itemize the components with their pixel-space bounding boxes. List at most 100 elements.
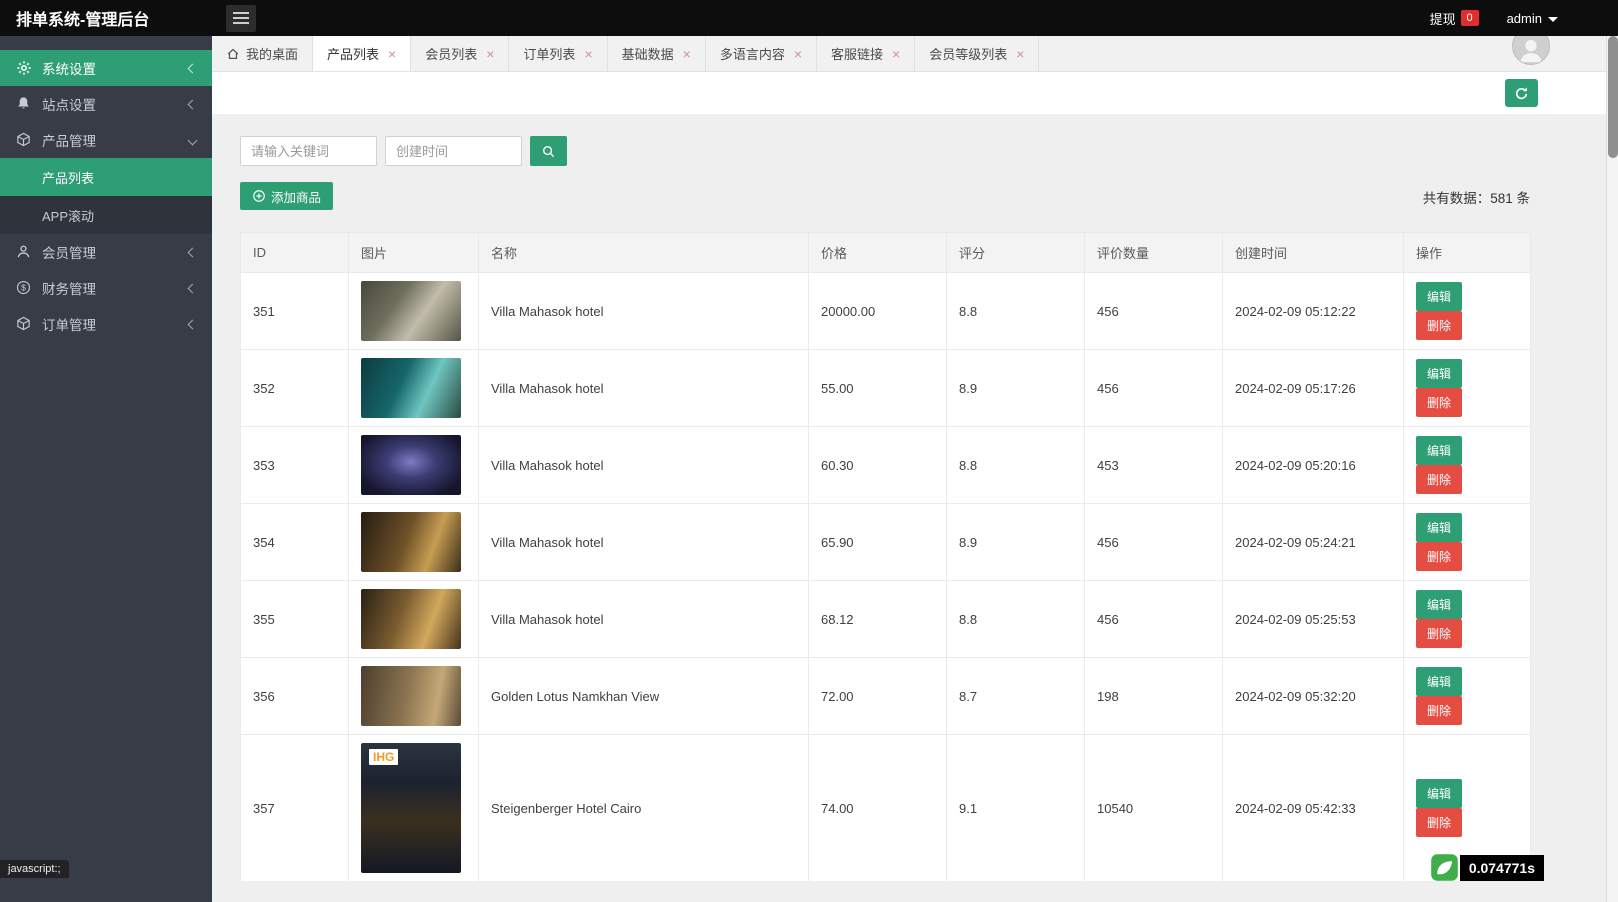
cell-name: Villa Mahasok hotel (479, 504, 809, 581)
username: admin (1507, 11, 1542, 26)
withdraw-badge: 0 (1461, 10, 1479, 26)
tab-label: 多语言内容 (720, 44, 785, 63)
add-product-button[interactable]: 添加商品 (240, 182, 333, 210)
edit-button[interactable]: 编辑 (1416, 282, 1462, 311)
tab-4[interactable]: 基础数据 × (608, 36, 706, 71)
cell-name: Villa Mahasok hotel (479, 581, 809, 658)
tab-6[interactable]: 客服链接 × (817, 36, 915, 71)
cell-id: 352 (241, 350, 349, 427)
search-icon (541, 144, 556, 159)
sidebar-toggle-button[interactable] (226, 5, 256, 32)
action-row: 添加商品 共有数据：581 条 (240, 182, 1530, 210)
cell-price: 65.90 (809, 504, 947, 581)
tab-7[interactable]: 会员等级列表 × (915, 36, 1039, 71)
tab-label: 会员等级列表 (929, 44, 1007, 63)
tab-3[interactable]: 订单列表× (509, 36, 607, 71)
cell-price: 74.00 (809, 735, 947, 882)
edit-button[interactable]: 编辑 (1416, 359, 1462, 388)
cell-created: 2024-02-09 05:25:53 (1223, 581, 1404, 658)
table-row: 356Golden Lotus Namkhan View72.008.71982… (241, 658, 1531, 735)
user-menu[interactable]: admin (1507, 11, 1558, 26)
edit-button[interactable]: 编辑 (1416, 436, 1462, 465)
cell-reviews: 198 (1085, 658, 1223, 735)
delete-button[interactable]: 删除 (1416, 542, 1462, 571)
table-header-cell: 价格 (809, 233, 947, 273)
withdraw-label: 提现 (1430, 9, 1456, 28)
user-icon (16, 244, 33, 261)
sidebar-item-3[interactable]: 会员管理 (0, 234, 212, 270)
table-row: 352Villa Mahasok hotel55.008.94562024-02… (241, 350, 1531, 427)
tab-0[interactable]: 我的桌面 (212, 36, 313, 71)
close-tab-icon[interactable]: × (584, 47, 592, 61)
sidebar-item-0[interactable]: 系统设置 (0, 50, 212, 86)
close-tab-icon[interactable]: × (794, 47, 802, 61)
tab-label: 客服链接 (831, 44, 883, 63)
refresh-icon (1514, 86, 1529, 101)
cell-operations: 编辑删除 (1404, 658, 1531, 735)
sidebar-item-label: 订单管理 (42, 314, 189, 334)
tab-2[interactable]: 会员列表× (411, 36, 509, 71)
sidebar-subitem-2-1[interactable]: APP滚动 (0, 196, 212, 234)
status-link-hint: javascript:; (0, 860, 69, 878)
product-image (361, 589, 461, 649)
gear-icon (16, 60, 33, 77)
chevron-left-icon (188, 319, 198, 329)
sidebar-subitem-2-0[interactable]: 产品列表 (0, 158, 212, 196)
cell-reviews: 456 (1085, 581, 1223, 658)
box-icon (16, 316, 33, 333)
performance-leaf-icon[interactable] (1430, 853, 1459, 882)
delete-button[interactable]: 删除 (1416, 465, 1462, 494)
cell-score: 9.1 (947, 735, 1085, 882)
topbar-right: 提现 0 admin (1430, 9, 1618, 28)
table-row: 355Villa Mahasok hotel68.128.84562024-02… (241, 581, 1531, 658)
tab-label: 基础数据 (622, 44, 674, 63)
table-header-cell: 名称 (479, 233, 809, 273)
product-image (361, 435, 461, 495)
keyword-input[interactable] (240, 136, 377, 166)
sidebar-item-1[interactable]: 站点设置 (0, 86, 212, 122)
edit-button[interactable]: 编辑 (1416, 667, 1462, 696)
close-tab-icon[interactable]: × (892, 47, 900, 61)
chevron-down-icon (188, 135, 198, 145)
delete-button[interactable]: 删除 (1416, 311, 1462, 340)
tab-label: 产品列表 (327, 44, 379, 63)
delete-button[interactable]: 删除 (1416, 808, 1462, 837)
delete-button[interactable]: 删除 (1416, 619, 1462, 648)
tab-5[interactable]: 多语言内容 × (706, 36, 817, 71)
edit-button[interactable]: 编辑 (1416, 590, 1462, 619)
delete-button[interactable]: 删除 (1416, 388, 1462, 417)
bell-icon (16, 96, 33, 113)
scrollbar[interactable] (1606, 36, 1618, 902)
cell-image: IHG (349, 735, 479, 882)
sidebar-item-2[interactable]: 产品管理 (0, 122, 212, 158)
search-button[interactable] (530, 136, 567, 166)
cell-reviews: 453 (1085, 427, 1223, 504)
sidebar-item-label: 站点设置 (42, 94, 189, 114)
table-row: 351Villa Mahasok hotel20000.008.84562024… (241, 273, 1531, 350)
close-tab-icon[interactable]: × (1016, 47, 1024, 61)
edit-button[interactable]: 编辑 (1416, 513, 1462, 542)
tab-1[interactable]: 产品列表 × (313, 36, 411, 71)
table-header-cell: 操作 (1404, 233, 1531, 273)
dollar-icon: $ (16, 280, 33, 297)
hotel-logo-label: IHG (369, 749, 398, 765)
product-image (361, 666, 461, 726)
cell-reviews: 456 (1085, 504, 1223, 581)
close-tab-icon[interactable]: × (486, 47, 494, 61)
edit-button[interactable]: 编辑 (1416, 779, 1462, 808)
refresh-button[interactable] (1505, 79, 1538, 107)
close-tab-icon[interactable]: × (388, 47, 396, 61)
delete-button[interactable]: 删除 (1416, 696, 1462, 725)
sidebar-item-5[interactable]: 订单管理 (0, 306, 212, 342)
cell-reviews: 456 (1085, 350, 1223, 427)
cell-price: 72.00 (809, 658, 947, 735)
withdraw-menu[interactable]: 提现 0 (1430, 9, 1479, 28)
scrollbar-thumb[interactable] (1608, 36, 1618, 158)
sidebar-item-4[interactable]: $财务管理 (0, 270, 212, 306)
product-image (361, 281, 461, 341)
cell-image (349, 350, 479, 427)
performance-time: 0.074771s (1460, 855, 1544, 881)
tab-bar: 我的桌面产品列表×会员列表×订单列表×基础数据×多语言内容×客服链接×会员等级列… (212, 36, 1618, 72)
close-tab-icon[interactable]: × (683, 47, 691, 61)
date-input[interactable] (385, 136, 522, 166)
